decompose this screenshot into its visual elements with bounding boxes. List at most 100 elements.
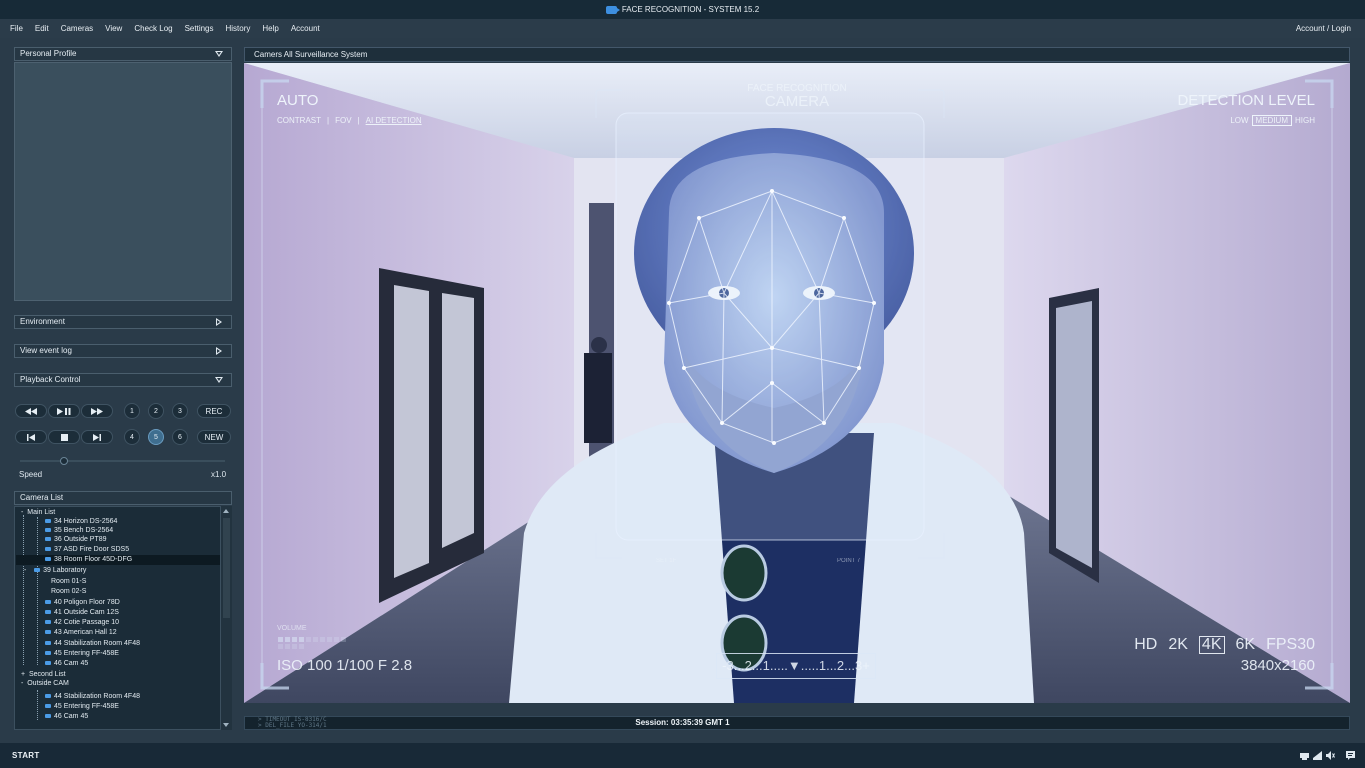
menu-file[interactable]: File bbox=[4, 24, 29, 33]
volume-icon[interactable] bbox=[1326, 751, 1335, 760]
view-event-log-header[interactable]: View event log bbox=[14, 344, 232, 358]
network-icon[interactable] bbox=[1300, 751, 1309, 760]
playback-control-header[interactable]: Playback Control bbox=[14, 373, 232, 387]
camera-scene bbox=[244, 63, 1350, 703]
menu-help[interactable]: Help bbox=[256, 24, 284, 33]
menu-history[interactable]: History bbox=[220, 24, 257, 33]
res-fps[interactable]: FPS30 bbox=[1266, 636, 1315, 654]
tree-item[interactable]: 43 American Hall 12 bbox=[37, 628, 117, 638]
level-high[interactable]: HIGH bbox=[1295, 116, 1315, 125]
rec-button[interactable]: REC bbox=[197, 404, 231, 418]
menu-check-log[interactable]: Check Log bbox=[128, 24, 178, 33]
tree-item-label: 45 Entering FF-458E bbox=[54, 703, 119, 710]
camera-icon bbox=[45, 630, 51, 635]
tree-item-label: 43 American Hall 12 bbox=[54, 629, 117, 636]
environment-header[interactable]: Environment bbox=[14, 315, 232, 329]
hud-option-contrast[interactable]: CONTRAST bbox=[277, 116, 321, 125]
collapse-arrow-icon bbox=[215, 377, 223, 383]
tree-item[interactable]: 44 Stabilization Room 4F48 bbox=[37, 692, 140, 702]
hud-exposure: ISO 100 1/100 F 2.8 bbox=[277, 657, 413, 674]
tree-item[interactable]: 44 Stabilization Room 4F48 bbox=[37, 639, 140, 649]
tree-item[interactable]: 36 Outside PT89 bbox=[37, 535, 107, 545]
tree-item-label: 46 Cam 45 bbox=[54, 660, 89, 667]
channel-5-button[interactable]: 5 bbox=[148, 429, 164, 445]
next-button[interactable] bbox=[81, 430, 113, 444]
channel-6-button[interactable]: 6 bbox=[172, 429, 188, 445]
res-hd[interactable]: HD bbox=[1134, 636, 1157, 654]
tree-item[interactable]: 45 Entering FF-458E bbox=[37, 649, 119, 659]
res-6k[interactable]: 6K bbox=[1236, 636, 1256, 654]
menu-account[interactable]: Account bbox=[285, 24, 326, 33]
level-medium[interactable]: MEDIUM bbox=[1251, 115, 1292, 126]
viewer-header: Camers All Surveillance System bbox=[244, 47, 1350, 62]
tree-item[interactable]: 42 Cotie Passage 10 bbox=[37, 618, 119, 628]
play-pause-button[interactable] bbox=[48, 404, 80, 418]
channel-4-button[interactable]: 4 bbox=[124, 429, 140, 445]
hud-volume: VOLUME bbox=[277, 625, 307, 632]
tree-item-selected[interactable]: 38 Room Floor 45D-DFG bbox=[16, 555, 221, 565]
channel-2-button[interactable]: 2 bbox=[148, 403, 164, 419]
scroll-up-icon[interactable] bbox=[223, 509, 229, 513]
window-title: FACE RECOGNITION - SYSTEM 15.2 bbox=[0, 0, 1365, 19]
speed-slider-track[interactable] bbox=[20, 460, 225, 462]
res-2k[interactable]: 2K bbox=[1168, 636, 1188, 654]
tree-node-outside-cam[interactable]: - Outside CAM bbox=[21, 679, 69, 689]
camera-icon bbox=[45, 600, 51, 605]
wifi-icon[interactable] bbox=[1313, 751, 1322, 760]
notification-icon[interactable] bbox=[1346, 751, 1355, 760]
collapse-arrow-icon bbox=[215, 51, 223, 57]
tree-scrollbar[interactable] bbox=[220, 506, 232, 730]
rewind-button[interactable] bbox=[15, 404, 47, 418]
personal-profile-header[interactable]: Personal Profile bbox=[14, 47, 232, 61]
level-low[interactable]: LOW bbox=[1230, 116, 1248, 125]
res-4k[interactable]: 4K bbox=[1198, 636, 1225, 654]
tree-item[interactable]: 40 Poligon Floor 78D bbox=[37, 598, 120, 608]
scroll-thumb[interactable] bbox=[223, 518, 230, 618]
start-button[interactable]: START bbox=[12, 743, 40, 768]
menu-edit[interactable]: Edit bbox=[29, 24, 55, 33]
tree-item[interactable]: 45 Entering FF-458E bbox=[37, 702, 119, 712]
hud-option-ai-detection[interactable]: AI DETECTION bbox=[366, 116, 422, 125]
camera-icon bbox=[45, 557, 51, 562]
menu-cameras[interactable]: Cameras bbox=[55, 24, 99, 33]
camera-icon bbox=[45, 694, 51, 699]
hud-detection-level: DETECTION LEVEL bbox=[1177, 92, 1315, 109]
menu-view[interactable]: View bbox=[99, 24, 128, 33]
camera-list-header: Camera List bbox=[14, 491, 232, 505]
tree-item[interactable]: 37 ASD Fire Door SDS5 bbox=[37, 545, 129, 555]
tree-item[interactable]: 41 Outside Cam 12S bbox=[37, 608, 119, 618]
previous-button[interactable] bbox=[15, 430, 47, 444]
menu-settings[interactable]: Settings bbox=[179, 24, 220, 33]
hud-resolution-value: 3840x2160 bbox=[1240, 657, 1315, 674]
speed-slider-knob[interactable] bbox=[60, 457, 68, 465]
tree-item[interactable]: Room 02-S bbox=[51, 587, 86, 597]
channel-1-button[interactable]: 1 bbox=[124, 403, 140, 419]
camera-app-icon bbox=[605, 5, 620, 14]
camera-feed[interactable]: AUTO CONTRAST | FOV | AI DETECTION FACE RE… bbox=[244, 63, 1350, 703]
stop-button[interactable] bbox=[48, 430, 80, 444]
skip-back-icon bbox=[27, 433, 35, 441]
new-button[interactable]: NEW bbox=[197, 430, 231, 444]
tree-item[interactable]: Room 01-S bbox=[51, 577, 86, 587]
account-login-link[interactable]: Account / Login bbox=[1296, 19, 1351, 38]
tree-item-label: Room 01-S bbox=[51, 578, 87, 585]
hud-option-fov[interactable]: FOV bbox=[335, 116, 351, 125]
camera-icon bbox=[45, 528, 51, 533]
skip-forward-icon bbox=[93, 433, 101, 441]
speed-value: x1.0 bbox=[211, 470, 227, 479]
channel-3-button[interactable]: 3 bbox=[172, 403, 188, 419]
fast-forward-button[interactable] bbox=[81, 404, 113, 418]
camera-icon bbox=[45, 547, 51, 552]
session-time: Session: 03:35:39 GMT 1 bbox=[635, 718, 730, 727]
camera-icon bbox=[45, 651, 51, 656]
camera-icon bbox=[45, 620, 51, 625]
taskbar bbox=[0, 743, 1365, 768]
menu: File Edit Cameras View Check Log Setting… bbox=[4, 19, 326, 38]
hud-detection-levels: LOW MEDIUM HIGH bbox=[1230, 115, 1315, 126]
tree-node-label: Second List bbox=[28, 671, 66, 678]
tree-item-laboratory[interactable]: - 39 Laboratory bbox=[24, 566, 86, 576]
tree-item[interactable]: 46 Cam 45 bbox=[37, 659, 88, 669]
tree-item-label: Room 02-S bbox=[51, 588, 87, 595]
camera-tree: - Main List 34 Horizon DS-2564 35 Bench … bbox=[14, 506, 232, 730]
expand-arrow-icon bbox=[216, 347, 222, 355]
